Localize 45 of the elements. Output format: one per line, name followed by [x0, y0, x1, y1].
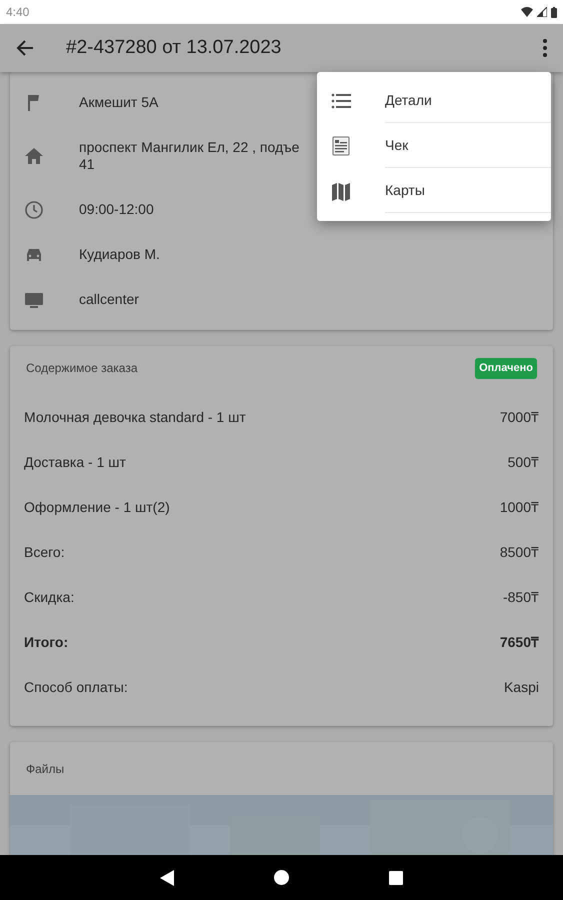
list-icon: [331, 90, 351, 110]
battery-icon: [551, 6, 557, 18]
home-nav-button[interactable]: [274, 870, 289, 885]
clock-icon: [24, 200, 44, 220]
line-value: 7650₸: [500, 632, 539, 652]
line-label: Способ оплаты:: [24, 678, 128, 696]
info-text: Кудиаров М.: [79, 246, 160, 263]
section-title: Содержимое заказа: [26, 360, 138, 378]
line-value: 500₸: [508, 452, 539, 472]
info-text: callcenter: [79, 291, 139, 308]
recents-nav-button[interactable]: [389, 870, 403, 884]
line-label: Скидка:: [24, 588, 74, 607]
info-text: проспект Мангилик Ел, 22 , подъе 41: [79, 139, 300, 173]
info-text: Акмешит 5А: [79, 94, 158, 111]
line-value: 7000₸: [500, 408, 539, 426]
back-nav-button[interactable]: [160, 870, 174, 886]
line-value: 1000₸: [500, 498, 539, 516]
back-button[interactable]: [16, 39, 34, 57]
square-icon: [389, 870, 403, 884]
line-value: Kaspi: [504, 678, 539, 697]
screen-title: #2-437280 от 13.07.2023: [65, 36, 282, 60]
home-icon: [24, 146, 44, 166]
menu-item[interactable]: Детали: [317, 78, 551, 123]
menu-item[interactable]: Карты: [317, 168, 551, 213]
menu-item[interactable]: Чек: [317, 123, 551, 168]
document-icon: [331, 136, 351, 156]
back-icon: [16, 39, 34, 57]
line-value: 8500₸: [500, 542, 539, 562]
more-button[interactable]: [543, 39, 547, 57]
info-text: 09:00-12:00: [79, 201, 154, 218]
line-label: Оформление - 1 шт(2): [24, 498, 170, 517]
status-time: 4:40: [6, 4, 30, 21]
wifi-icon: [521, 7, 533, 17]
line-label: Молочная девочка standard - 1 шт: [24, 408, 246, 427]
section-title: Файлы: [26, 762, 64, 776]
home-icon: [274, 870, 289, 885]
line-label: Итого:: [24, 632, 68, 652]
line-label: Всего:: [24, 542, 65, 562]
back-icon: [160, 870, 174, 886]
signal-icon: [537, 7, 547, 17]
line-label: Доставка - 1 шт: [24, 452, 126, 472]
more-icon: [543, 39, 547, 57]
map-icon: [331, 180, 351, 200]
paid-status-badge: Оплачено: [475, 358, 537, 378]
line-value: -850₸: [502, 588, 539, 606]
